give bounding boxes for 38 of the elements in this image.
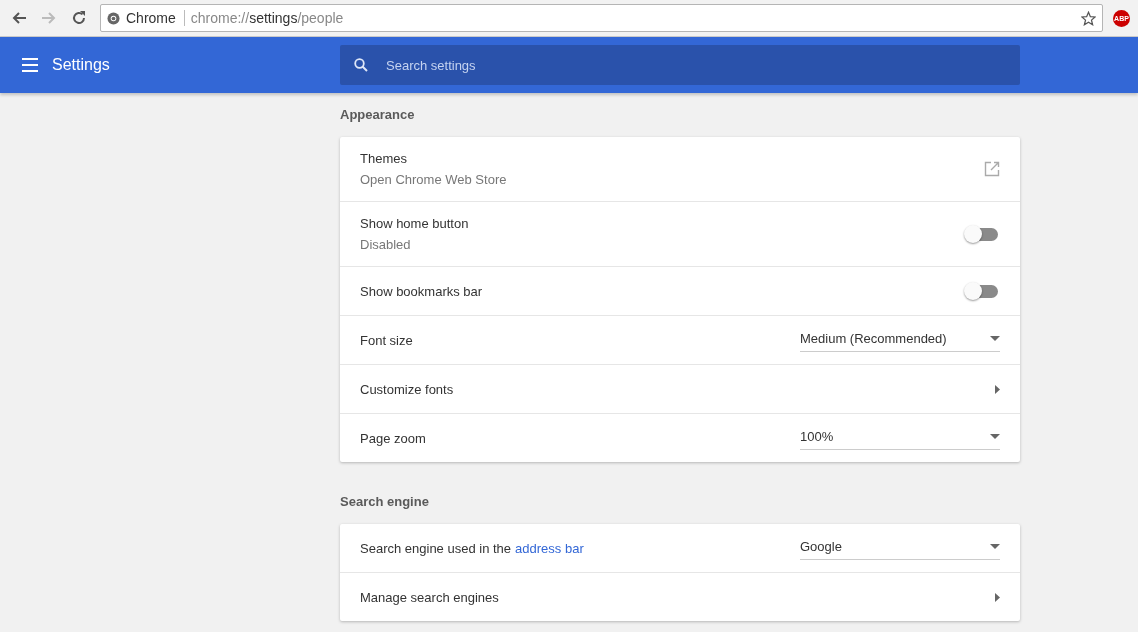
setting-label: Page zoom [360,430,427,446]
menu-icon[interactable] [22,58,38,72]
setting-description: Open Chrome Web Store [360,172,508,187]
forward-arrow-icon [41,10,57,26]
back-arrow-icon [11,10,27,26]
section-heading: Appearance [340,106,416,124]
expand-arrow-button[interactable] [995,592,1000,602]
setting-label: Show bookmarks bar [360,283,484,299]
setting-label: Customize fonts [360,381,455,397]
section-heading: Search engine [340,493,430,511]
caret-icon [990,544,1000,549]
site-label: Chrome [126,10,185,26]
setting-label: Font size [360,332,414,348]
caret-icon [990,336,1000,341]
right-arrow-icon [995,384,1000,394]
setting-label: Manage search engines [360,589,500,605]
setting-label: Search engine used in the [360,540,512,556]
address-bar[interactable]: Chrome chrome://settings/people [100,4,1103,32]
chrome-logo-icon [107,11,120,25]
toggle-switch[interactable] [964,224,1000,244]
expand-arrow-button[interactable] [995,384,1000,394]
dropdown-select[interactable]: Medium (Recommended) [800,328,1000,352]
external-link-icon [984,161,1000,177]
reload-icon [71,10,87,26]
url-text: chrome://settings/people [190,10,345,26]
toggle-switch[interactable] [964,281,1000,301]
dropdown-select[interactable]: Google [800,536,1000,560]
search-icon [354,58,368,72]
dropdown-select[interactable]: 100% [800,426,1000,450]
caret-icon [990,434,1000,439]
right-arrow-icon [995,592,1000,602]
page-title: Settings [52,56,110,74]
star-icon[interactable] [1081,10,1096,26]
setting-label: Show home button [360,216,470,231]
setting-description: Disabled [360,237,412,252]
address-bar-link[interactable]: address bar [515,540,584,556]
search-field[interactable]: Search settings [340,45,1020,85]
setting-label: Themes [360,151,408,166]
